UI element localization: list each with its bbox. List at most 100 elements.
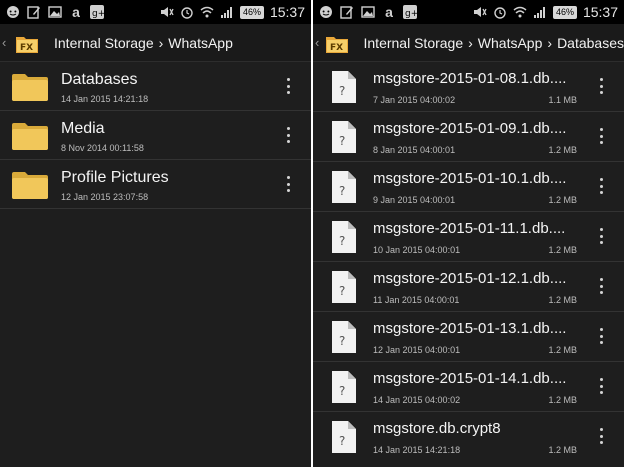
left-screen: a g+ 46% 15:37 ‹ FX Internal Storage › W… bbox=[0, 0, 311, 467]
overflow-menu-icon[interactable] bbox=[598, 378, 604, 394]
file-list: ? msgstore-2015-01-08.1.db.... 7 Jan 201… bbox=[313, 62, 624, 462]
item-size: 1.2 MB bbox=[548, 195, 577, 205]
unknown-file-icon: ? bbox=[332, 271, 356, 303]
item-date: 10 Jan 2015 04:00:01 bbox=[373, 245, 461, 255]
svg-text:FX: FX bbox=[330, 43, 343, 53]
mute-icon bbox=[160, 5, 174, 19]
status-bar: a g+ 46% 15:37 bbox=[0, 0, 311, 24]
breadcrumb: Internal Storage › WhatsApp › Databases bbox=[364, 35, 624, 51]
messenger-icon bbox=[319, 5, 333, 19]
unknown-file-icon: ? bbox=[332, 121, 356, 153]
overflow-menu-icon[interactable] bbox=[598, 128, 604, 144]
item-name: msgstore-2015-01-08.1.db.... bbox=[373, 70, 567, 87]
edit-icon bbox=[27, 5, 41, 19]
overflow-menu-icon[interactable] bbox=[598, 178, 604, 194]
battery-indicator: 46% bbox=[239, 5, 264, 19]
overflow-menu-icon[interactable] bbox=[285, 127, 291, 143]
overflow-menu-icon[interactable] bbox=[598, 278, 604, 294]
svg-text:g+: g+ bbox=[92, 9, 104, 19]
list-item[interactable]: ? msgstore-2015-01-13.1.db.... 12 Jan 20… bbox=[313, 312, 624, 362]
signal-icon bbox=[220, 5, 234, 19]
list-item[interactable]: ? msgstore-2015-01-12.1.db.... 11 Jan 20… bbox=[313, 262, 624, 312]
breadcrumb-item-whatsapp[interactable]: WhatsApp bbox=[478, 35, 543, 51]
edit-icon bbox=[340, 5, 354, 19]
folder-icon bbox=[12, 74, 48, 101]
breadcrumb-item-internal-storage[interactable]: Internal Storage bbox=[54, 35, 154, 51]
list-item[interactable]: ? msgstore-2015-01-11.1.db.... 10 Jan 20… bbox=[313, 212, 624, 262]
breadcrumb-item-databases[interactable]: Databases bbox=[557, 35, 624, 51]
item-size: 1.1 MB bbox=[548, 95, 577, 105]
item-name: msgstore-2015-01-12.1.db.... bbox=[373, 270, 567, 287]
svg-text:?: ? bbox=[339, 84, 345, 98]
item-name: msgstore-2015-01-13.1.db.... bbox=[373, 320, 567, 337]
folder-list: Databases 14 Jan 2015 14:21:18 Media 8 N… bbox=[0, 62, 311, 209]
item-size: 1.2 MB bbox=[548, 145, 577, 155]
item-name: Databases bbox=[61, 71, 138, 88]
battery-indicator: 46% bbox=[552, 5, 577, 19]
item-size: 1.2 MB bbox=[548, 395, 577, 405]
svg-text:?: ? bbox=[339, 284, 345, 298]
item-date: 12 Jan 2015 04:00:01 bbox=[373, 345, 461, 355]
item-date: 9 Jan 2015 04:00:01 bbox=[373, 195, 456, 205]
breadcrumb-separator-icon: › bbox=[158, 34, 164, 51]
overflow-menu-icon[interactable] bbox=[285, 176, 291, 192]
item-size: 1.2 MB bbox=[548, 445, 577, 455]
unknown-file-icon: ? bbox=[332, 71, 356, 103]
list-item[interactable]: ? msgstore.db.crypt8 14 Jan 2015 14:21:1… bbox=[313, 412, 624, 462]
svg-text:?: ? bbox=[339, 134, 345, 148]
list-item-media[interactable]: Media 8 Nov 2014 00:11:58 bbox=[0, 111, 311, 160]
breadcrumb-item-whatsapp[interactable]: WhatsApp bbox=[168, 35, 233, 51]
folder-icon bbox=[12, 123, 48, 150]
list-item[interactable]: ? msgstore-2015-01-14.1.db.... 14 Jan 20… bbox=[313, 362, 624, 412]
svg-text:g+: g+ bbox=[405, 9, 417, 19]
messenger-icon bbox=[6, 5, 20, 19]
svg-text:FX: FX bbox=[20, 43, 33, 53]
google-plus-icon: g+ bbox=[403, 5, 417, 19]
svg-text:?: ? bbox=[339, 434, 345, 448]
item-size: 1.2 MB bbox=[548, 345, 577, 355]
breadcrumb: Internal Storage › WhatsApp bbox=[54, 35, 233, 51]
file-manager-app-icon[interactable]: FX bbox=[14, 30, 40, 56]
item-name: msgstore-2015-01-14.1.db.... bbox=[373, 370, 567, 387]
list-item[interactable]: ? msgstore-2015-01-08.1.db.... 7 Jan 201… bbox=[313, 62, 624, 112]
folder-icon bbox=[12, 172, 48, 199]
image-icon bbox=[361, 5, 375, 19]
image-icon bbox=[48, 5, 62, 19]
back-chevron-icon[interactable]: ‹ bbox=[313, 35, 322, 50]
item-name: msgstore.db.crypt8 bbox=[373, 420, 501, 437]
back-chevron-icon[interactable]: ‹ bbox=[0, 35, 12, 50]
item-name: Profile Pictures bbox=[61, 169, 169, 186]
item-date: 8 Nov 2014 00:11:58 bbox=[61, 143, 144, 153]
overflow-menu-icon[interactable] bbox=[598, 228, 604, 244]
item-size: 1.2 MB bbox=[548, 245, 577, 255]
list-item[interactable]: ? msgstore-2015-01-10.1.db.... 9 Jan 201… bbox=[313, 162, 624, 212]
item-date: 14 Jan 2015 04:00:02 bbox=[373, 395, 461, 405]
list-item-profile-pictures[interactable]: Profile Pictures 12 Jan 2015 23:07:58 bbox=[0, 160, 311, 209]
unknown-file-icon: ? bbox=[332, 221, 356, 253]
overflow-menu-icon[interactable] bbox=[598, 328, 604, 344]
google-plus-icon: g+ bbox=[90, 5, 104, 19]
svg-text:?: ? bbox=[339, 184, 345, 198]
item-date: 7 Jan 2015 04:00:02 bbox=[373, 95, 456, 105]
breadcrumb-item-internal-storage[interactable]: Internal Storage bbox=[364, 35, 464, 51]
list-item[interactable]: ? msgstore-2015-01-09.1.db.... 8 Jan 201… bbox=[313, 112, 624, 162]
overflow-menu-icon[interactable] bbox=[285, 78, 291, 94]
mute-icon bbox=[473, 5, 487, 19]
wifi-icon bbox=[513, 5, 527, 19]
alarm-icon bbox=[493, 5, 507, 19]
file-manager-app-icon[interactable]: FX bbox=[324, 30, 350, 56]
list-item-databases[interactable]: Databases 14 Jan 2015 14:21:18 bbox=[0, 62, 311, 111]
right-screen: a g+ 46% 15:37 ‹ FX Internal Storage › W… bbox=[313, 0, 624, 467]
unknown-file-icon: ? bbox=[332, 321, 356, 353]
overflow-menu-icon[interactable] bbox=[598, 78, 604, 94]
unknown-file-icon: ? bbox=[332, 171, 356, 203]
item-date: 14 Jan 2015 14:21:18 bbox=[61, 94, 149, 104]
item-name: msgstore-2015-01-09.1.db.... bbox=[373, 120, 567, 137]
alarm-icon bbox=[180, 5, 194, 19]
overflow-menu-icon[interactable] bbox=[598, 428, 604, 444]
item-date: 8 Jan 2015 04:00:01 bbox=[373, 145, 456, 155]
wifi-icon bbox=[200, 5, 214, 19]
svg-text:?: ? bbox=[339, 334, 345, 348]
breadcrumb-separator-icon: › bbox=[547, 34, 553, 51]
item-name: Media bbox=[61, 120, 105, 137]
